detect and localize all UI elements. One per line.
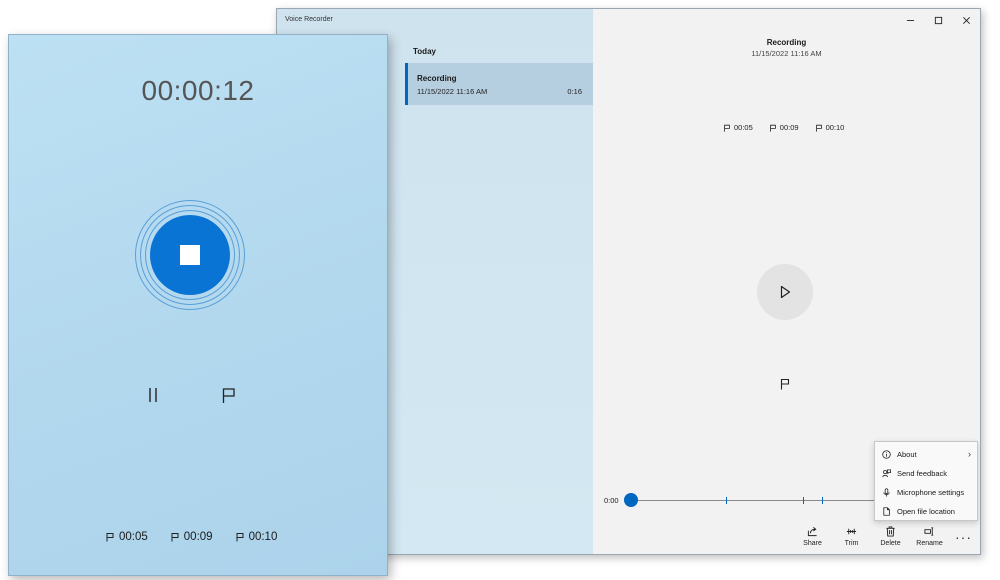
rename-icon [924, 527, 934, 536]
detail-date: 11/15/2022 11:16 AM [751, 49, 822, 58]
timeline-start-time: 0:00 [604, 496, 619, 505]
more-options-menu: About › Send feedback Microphone setting… [874, 441, 978, 521]
add-marker-icon[interactable] [221, 387, 237, 404]
marker-time: 00:10 [248, 531, 278, 543]
recording-marker-list: 00:05 00:09 00:10 [105, 531, 277, 543]
recording-timer: 00:00:12 [141, 75, 255, 106]
timeline-marker-tick [822, 497, 823, 504]
marker-item[interactable]: 00:09 [170, 531, 213, 543]
marker-time: 00:05 [119, 531, 148, 543]
share-label: Share [803, 540, 822, 547]
info-icon [882, 449, 891, 459]
rename-label: Rename [916, 540, 943, 547]
close-icon[interactable] [952, 9, 980, 31]
marker-time: 00:09 [183, 531, 213, 543]
add-marker-icon[interactable] [779, 378, 791, 390]
more-options-button[interactable]: ··· [955, 529, 972, 545]
menu-item-open-file-location[interactable]: Open file location [875, 502, 977, 520]
recording-date: 11/15/2022 11:16 AM [417, 87, 488, 96]
delete-button[interactable]: Delete [871, 526, 910, 547]
microphone-icon [883, 487, 890, 497]
menu-label-send-feedback: Send feedback [897, 468, 948, 478]
menu-item-send-feedback[interactable]: Send feedback [875, 464, 977, 482]
marker-item[interactable]: 00:10 [235, 531, 278, 543]
bottom-toolbar: Share Trim Delete Rename [793, 526, 949, 547]
share-icon [807, 527, 817, 537]
timeline-track[interactable] [631, 500, 876, 501]
trim-icon [846, 528, 857, 535]
timeline-thumb[interactable] [624, 493, 638, 507]
marker-item[interactable]: 00:09 [769, 123, 799, 132]
rename-button[interactable]: Rename [910, 526, 949, 547]
chevron-right-icon: › [968, 449, 971, 459]
marker-time: 00:05 [734, 123, 753, 132]
stop-recording-button[interactable] [150, 215, 230, 295]
group-label-today: Today [413, 47, 436, 56]
menu-label-about: About [897, 449, 917, 459]
timeline-marker-tick [726, 497, 727, 504]
flag-icon [236, 533, 244, 542]
caption-buttons [896, 9, 980, 31]
delete-label: Delete [880, 540, 901, 547]
marker-time: 00:10 [825, 123, 845, 132]
detail-title: Recording [766, 38, 807, 47]
play-icon [780, 285, 791, 299]
marker-list: 00:05 00:09 00:10 [723, 123, 844, 132]
pause-icon[interactable] [146, 386, 160, 404]
stop-icon [180, 245, 200, 265]
play-button[interactable] [757, 264, 813, 320]
marker-item[interactable]: 00:05 [723, 123, 753, 132]
minimize-icon[interactable] [896, 9, 924, 31]
flag-icon [724, 124, 730, 132]
share-button[interactable]: Share [793, 526, 832, 547]
recording-detail-pane: Recording 11/15/2022 11:16 AM 00:05 00:0… [593, 9, 980, 554]
marker-item[interactable]: 00:05 [105, 531, 148, 543]
recording-window: 00:00:12 00:05 00:09 00:10 [8, 34, 388, 576]
maximize-icon[interactable] [924, 9, 952, 31]
menu-label-microphone-settings: Microphone settings [897, 487, 965, 497]
window-title: Voice Recorder [285, 16, 333, 23]
trim-button[interactable]: Trim [832, 526, 871, 547]
flag-icon [815, 124, 822, 132]
menu-item-microphone-settings[interactable]: Microphone settings [875, 483, 977, 501]
recording-duration: 0:16 [567, 87, 582, 96]
file-icon [883, 506, 890, 516]
menu-item-about[interactable]: About › [875, 445, 977, 463]
marker-item[interactable]: 00:10 [815, 123, 845, 132]
trash-icon [886, 526, 895, 537]
flag-icon [171, 533, 179, 542]
marker-time: 00:09 [779, 123, 799, 132]
recording-name: Recording [417, 74, 457, 83]
trim-label: Trim [844, 540, 859, 547]
timeline-marker-tick [803, 497, 804, 504]
recording-list-item[interactable]: Recording 11/15/2022 11:16 AM 0:16 [405, 63, 593, 105]
flag-icon [106, 533, 114, 542]
menu-label-open-file-location: Open file location [897, 506, 955, 516]
feedback-icon [882, 468, 891, 477]
flag-icon [769, 124, 776, 132]
